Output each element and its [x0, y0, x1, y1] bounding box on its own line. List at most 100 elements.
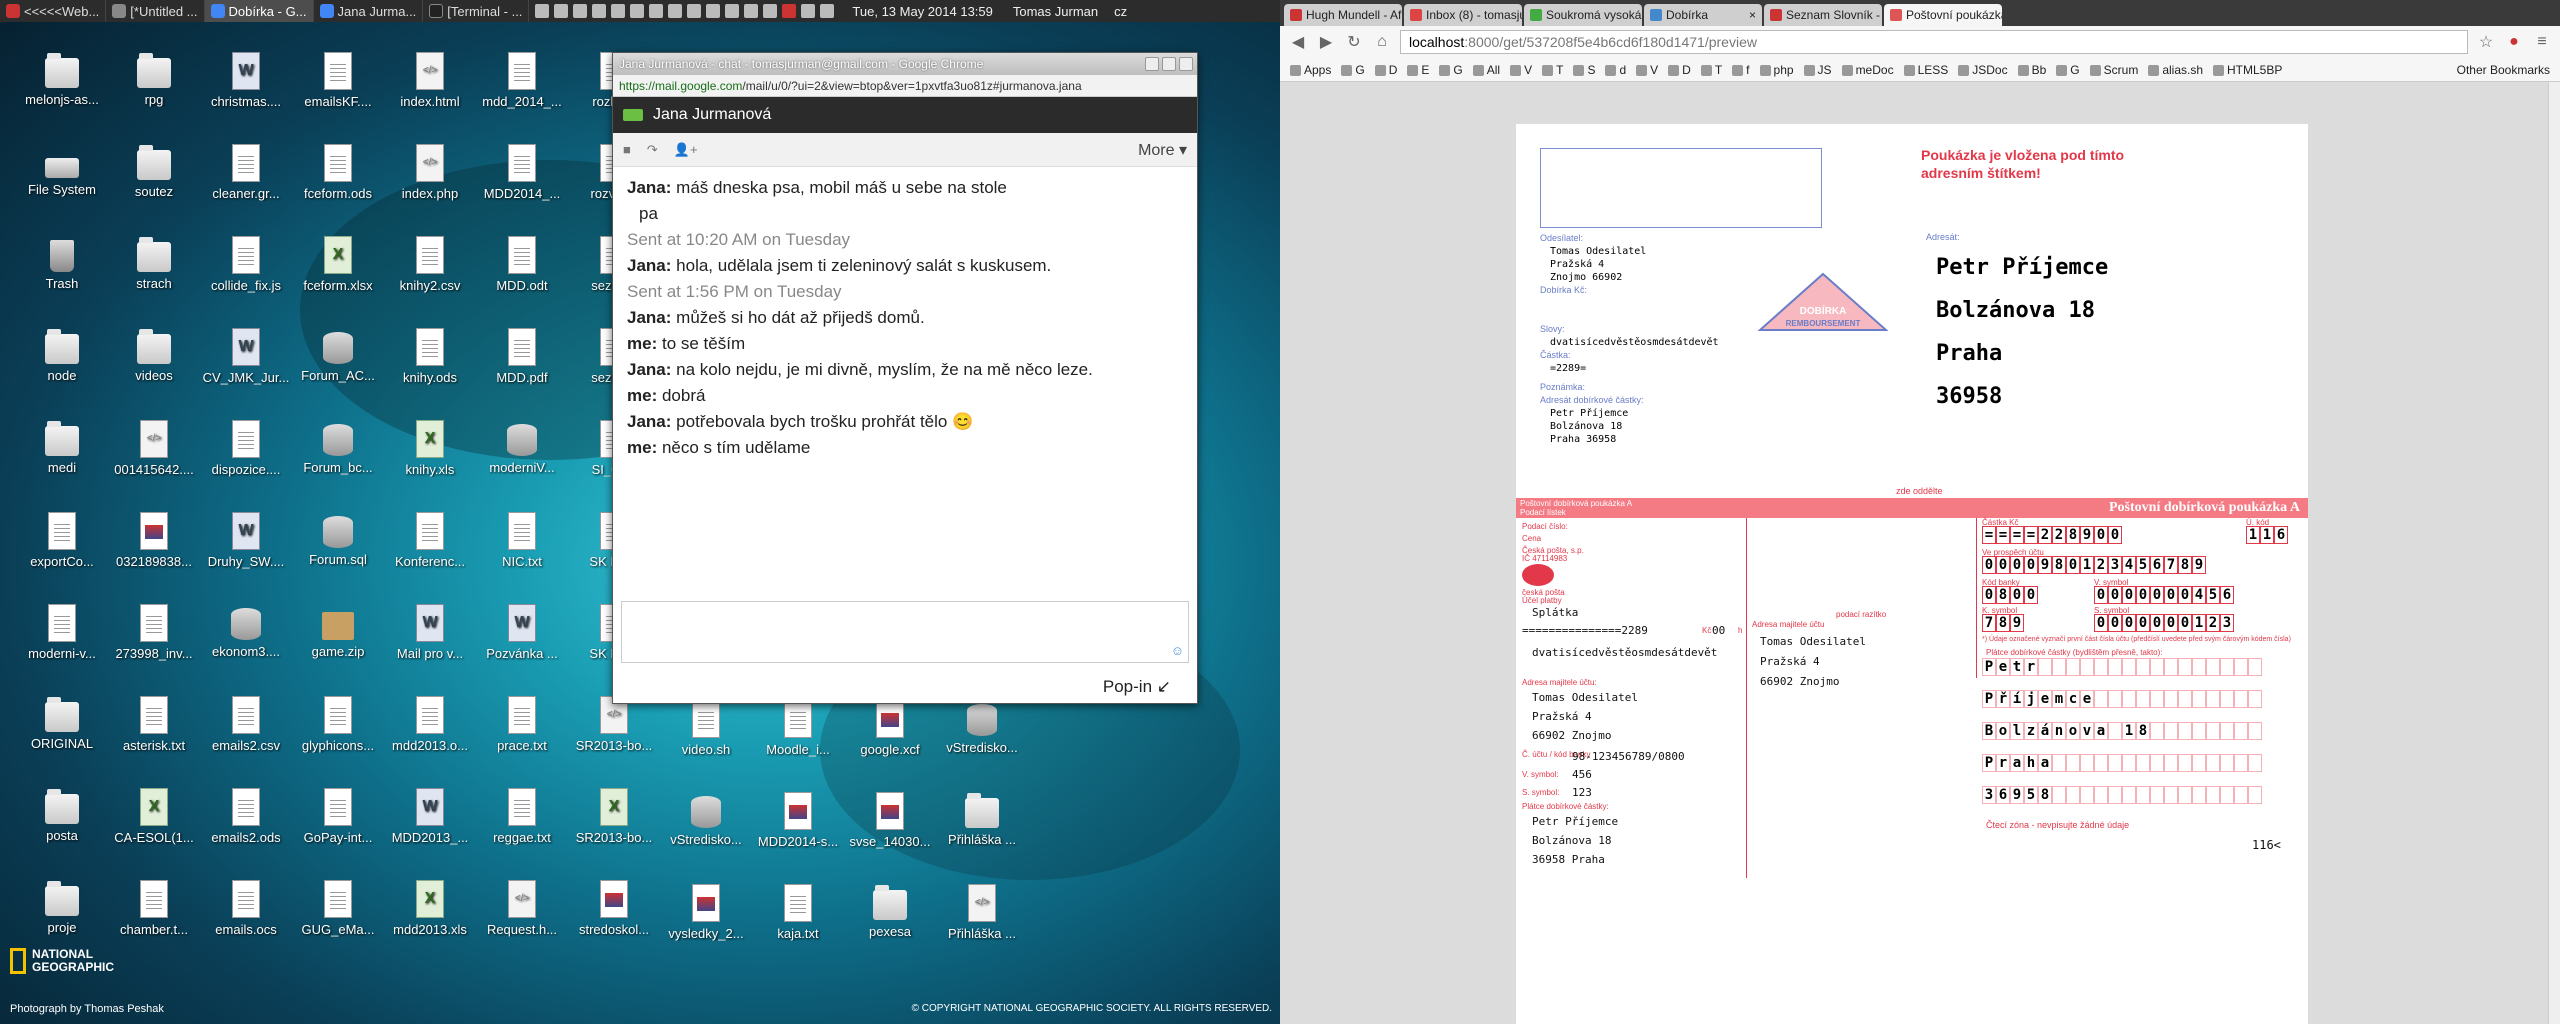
desktop-icon[interactable]: strach	[108, 236, 200, 291]
desktop-icon[interactable]: emailsKF....	[292, 52, 384, 109]
desktop-icon[interactable]: Request.h...	[476, 880, 568, 937]
desktop-icon[interactable]: emails2.ods	[200, 788, 292, 845]
desktop-icon[interactable]: Přihláška ...	[936, 884, 1028, 941]
browser-tab[interactable]: Inbox (8) - tomasjurman@×	[1404, 4, 1522, 26]
desktop-icon[interactable]: vStredisko...	[660, 792, 752, 847]
tray-icon[interactable]	[630, 4, 645, 18]
desktop-icon[interactable]: MDD2013_...	[384, 788, 476, 845]
taskbar-item-dobirka[interactable]: Dobírka - G...	[204, 0, 314, 22]
desktop-icon[interactable]: cleaner.gr...	[200, 144, 292, 201]
bookmark-item[interactable]: meDoc	[1841, 63, 1894, 77]
minimize-button[interactable]	[1145, 57, 1159, 71]
tray-icon[interactable]	[725, 4, 740, 18]
add-people-icon[interactable]: 👤+	[674, 142, 698, 158]
address-bar[interactable]: localhost:8000/get/537208f5e4b6cd6f180d1…	[1400, 30, 2468, 54]
desktop-icon[interactable]: proje	[16, 880, 108, 935]
chat-window-titlebar[interactable]: Jana Jurmanová - chat - tomasjurman@gmai…	[613, 53, 1197, 75]
desktop-icon[interactable]: knihy2.csv	[384, 236, 476, 293]
video-call-icon[interactable]: ■	[623, 142, 631, 157]
star-icon[interactable]: ☆	[2476, 32, 2496, 52]
desktop-icon[interactable]: dispozice....	[200, 420, 292, 477]
bookmark-item[interactable]: D	[1668, 63, 1691, 77]
desktop-icon[interactable]: GoPay-int...	[292, 788, 384, 845]
extension-icon[interactable]: ●	[2504, 32, 2524, 52]
desktop-icon[interactable]: videos	[108, 328, 200, 383]
bookmark-item[interactable]: HTML5BP	[2213, 63, 2282, 77]
reload-icon[interactable]: ↻	[1344, 32, 1364, 52]
bookmark-item[interactable]: E	[1407, 63, 1429, 77]
desktop-icon[interactable]: Forum.sql	[292, 512, 384, 567]
back-icon[interactable]: ◀	[1288, 32, 1308, 52]
tray-icon[interactable]	[535, 4, 550, 18]
bookmark-item[interactable]: alias.sh	[2148, 63, 2203, 77]
bookmark-item[interactable]: G	[1341, 63, 1365, 77]
desktop-icon[interactable]: mdd2013.xls	[384, 880, 476, 937]
taskbar-item-terminal[interactable]: [Terminal - ...	[423, 0, 530, 22]
bookmark-item[interactable]: Bb	[2017, 63, 2046, 77]
tray-icon[interactable]	[687, 4, 702, 18]
desktop-icon[interactable]: node	[16, 328, 108, 383]
desktop-icon[interactable]: Forum_AC...	[292, 328, 384, 383]
desktop-icon[interactable]: fceform.ods	[292, 144, 384, 201]
desktop-icon[interactable]: 001415642....	[108, 420, 200, 477]
desktop-icon[interactable]: Forum_bc...	[292, 420, 384, 475]
tray-icon[interactable]	[611, 4, 626, 18]
bookmark-item[interactable]: d	[1605, 63, 1626, 77]
desktop-icon[interactable]: ekonom3....	[200, 604, 292, 659]
popin-button[interactable]: Pop-in ↙	[1103, 677, 1171, 697]
desktop-icon[interactable]: 273998_inv...	[108, 604, 200, 661]
desktop-icon[interactable]: reggae.txt	[476, 788, 568, 845]
desktop-icon[interactable]: Pozvánka ...	[476, 604, 568, 661]
desktop-icon[interactable]: Trash	[16, 236, 108, 291]
desktop-icon[interactable]: MDD.pdf	[476, 328, 568, 385]
browser-tab[interactable]: Poštovní poukázka A - do...×	[1884, 4, 2002, 26]
other-bookmarks[interactable]: Other Bookmarks	[2457, 63, 2560, 77]
desktop-icon[interactable]: index.php	[384, 144, 476, 201]
desktop-icon[interactable]: knihy.xls	[384, 420, 476, 477]
desktop-icon[interactable]: stredoskol...	[568, 880, 660, 937]
close-button[interactable]	[1179, 57, 1193, 71]
desktop-icon[interactable]: moderniV...	[476, 420, 568, 475]
tray-icon[interactable]	[668, 4, 683, 18]
bookmark-item[interactable]: G	[1439, 63, 1463, 77]
browser-tab[interactable]: Soukromá vysoká škola ek...×	[1524, 4, 1642, 26]
bookmark-item[interactable]: php	[1759, 63, 1794, 77]
desktop-icon[interactable]: Moodle_i...	[752, 700, 844, 757]
menu-icon[interactable]: ≡	[2532, 32, 2552, 52]
desktop-icon[interactable]: rpg	[108, 52, 200, 107]
desktop-icon[interactable]: Konferenc...	[384, 512, 476, 569]
desktop-icon[interactable]: fceform.xlsx	[292, 236, 384, 293]
desktop-icon[interactable]: 032189838...	[108, 512, 200, 569]
desktop-icon[interactable]: ORIGINAL	[16, 696, 108, 751]
tray-icon[interactable]	[801, 4, 816, 18]
maximize-button[interactable]	[1162, 57, 1176, 71]
forward-icon[interactable]: ▶	[1316, 32, 1336, 52]
desktop-icon[interactable]: MDD2014-s...	[752, 792, 844, 849]
browser-tab[interactable]: Dobírka ×	[1644, 4, 1762, 26]
desktop-icon[interactable]: emails2.csv	[200, 696, 292, 753]
desktop-icon[interactable]: medi	[16, 420, 108, 475]
taskbar-item-web[interactable]: <<<<<Web...	[0, 0, 107, 22]
tray-icon[interactable]	[706, 4, 721, 18]
desktop-icon[interactable]: posta	[16, 788, 108, 843]
tray-icon[interactable]	[573, 4, 588, 18]
tray-icon[interactable]	[763, 4, 778, 18]
chat-input[interactable]: ☺	[621, 601, 1189, 663]
bookmark-item[interactable]: V	[1636, 63, 1658, 77]
desktop-icon[interactable]: Přihláška ...	[936, 792, 1028, 847]
desktop-icon[interactable]: asterisk.txt	[108, 696, 200, 753]
tray-icon[interactable]	[554, 4, 569, 18]
desktop-icon[interactable]: pexesa	[844, 884, 936, 939]
desktop-icon[interactable]: File System	[16, 144, 108, 197]
scrollbar[interactable]	[2548, 82, 2560, 1024]
desktop-icon[interactable]: svse_14030...	[844, 792, 936, 849]
desktop-icon[interactable]: CA-ESOL(1...	[108, 788, 200, 845]
desktop-icon[interactable]: soutez	[108, 144, 200, 199]
desktop-icon[interactable]: exportCo...	[16, 512, 108, 569]
more-menu[interactable]: More ▾	[1138, 140, 1197, 160]
bookmark-item[interactable]: D	[1374, 63, 1397, 77]
keyboard-layout[interactable]: cz	[1106, 4, 1135, 19]
browser-tab[interactable]: Hugh Mundell - Afric...×	[1284, 4, 1402, 26]
desktop-icon[interactable]: Druhy_SW....	[200, 512, 292, 569]
desktop-icon[interactable]: GUG_eMa...	[292, 880, 384, 937]
